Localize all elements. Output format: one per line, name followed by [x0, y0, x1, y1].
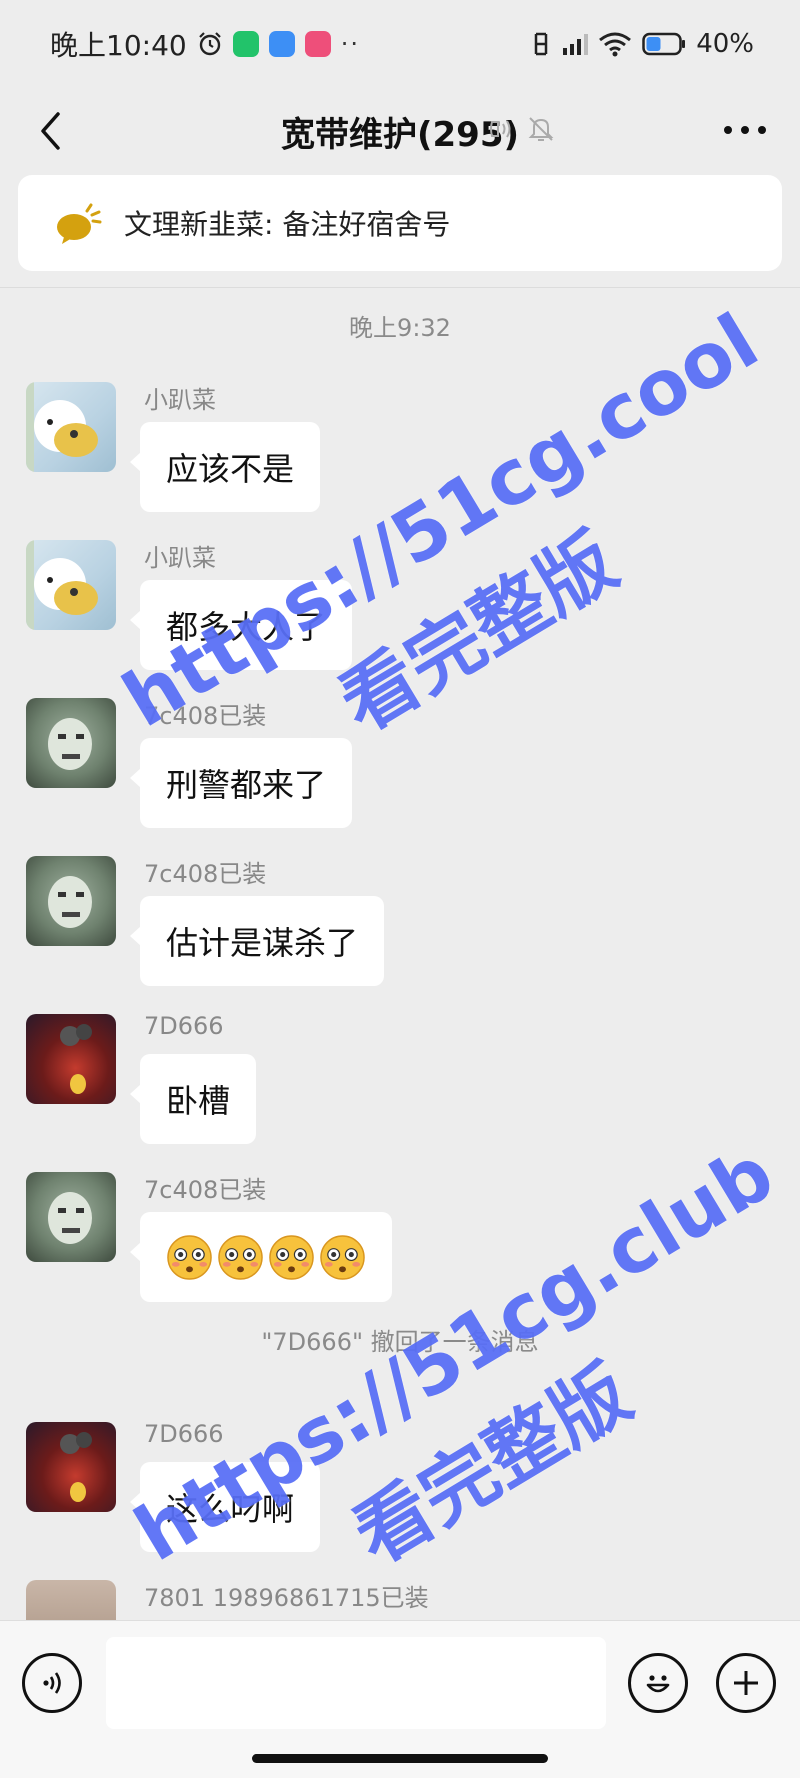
header-status-icons: [486, 114, 556, 144]
flushed-emoji: [269, 1234, 314, 1280]
message-bubble[interactable]: [130, 1212, 392, 1302]
nfc-icon: [534, 32, 548, 56]
announcement-text: 文理新韭菜: 备注好宿舍号: [124, 208, 451, 241]
home-indicator[interactable]: [252, 1754, 548, 1763]
meme-avatar[interactable]: [26, 856, 116, 946]
message-bubble[interactable]: 刑警都来了: [129, 738, 353, 828]
status-time: 晚上10:40: [50, 29, 187, 62]
flushed-emoji: [167, 1234, 212, 1280]
watermark-label: 看完整版: [338, 1348, 646, 1581]
sender-name: 小趴菜: [144, 544, 216, 572]
more-button[interactable]: [720, 108, 770, 152]
meme-avatar[interactable]: [26, 1172, 116, 1262]
message-input[interactable]: [106, 1637, 606, 1729]
message-bubble[interactable]: 估计是谋杀了: [129, 896, 385, 986]
sender-name: 小趴菜: [144, 386, 216, 414]
message-timestamp: 晚上9:32: [349, 314, 451, 342]
sender-name: 7D666: [144, 1012, 224, 1040]
mute-icon: [528, 117, 554, 141]
emoji-icon: [646, 1675, 670, 1693]
watermark-label: 看完整版: [324, 516, 632, 749]
watermark-url: https://51cg.cool: [108, 296, 773, 745]
emoji-row: [166, 1234, 366, 1281]
wifi-icon: [599, 32, 632, 57]
bear-avatar[interactable]: [26, 540, 116, 630]
voice-button[interactable]: [22, 1653, 82, 1713]
recall-notice: "7D666" 撤回了一条消息: [261, 1328, 539, 1356]
chat-title[interactable]: 宽带维护(295): [281, 107, 519, 156]
wechat-app-icon: [232, 31, 259, 57]
sender-name: 7c408已装: [144, 860, 267, 888]
sender-name: 7D666: [144, 1420, 224, 1448]
back-button[interactable]: [26, 106, 76, 156]
group-announcement[interactable]: 文理新韭菜: 备注好宿舍号: [18, 175, 782, 271]
bear-avatar[interactable]: [26, 382, 116, 472]
more-icon: [724, 126, 766, 134]
plus-button[interactable]: [716, 1653, 776, 1713]
motorcycle-avatar[interactable]: [26, 1422, 116, 1512]
flushed-emoji: [320, 1234, 365, 1280]
announcement-icon: [57, 203, 102, 244]
meme-avatar[interactable]: [26, 698, 116, 788]
message-bubble[interactable]: 这么叼啊: [129, 1462, 321, 1552]
message-bubble[interactable]: 都多大人了: [129, 580, 353, 670]
emoji-button[interactable]: [628, 1653, 688, 1713]
sender-name: 7c408已装: [144, 1176, 267, 1204]
battery-level: 40%: [696, 29, 754, 59]
plus-icon: [734, 1671, 758, 1695]
status-bar-right: 40%: [532, 29, 754, 59]
chat-screen: 晚上10:40 ·· 40% 宽带维护(295) 文理新韭菜: 备注好宿舍号 晚…: [0, 0, 800, 1778]
earpiece-icon: [490, 120, 511, 138]
douyin-icon: [304, 31, 331, 57]
message-bubble[interactable]: 卧槽: [129, 1054, 257, 1144]
status-bar-left: 晚上10:40 ··: [50, 24, 360, 64]
message-bubble[interactable]: 应该不是: [129, 422, 321, 512]
alarm-icon: [198, 32, 221, 56]
sender-name: 7c408已装: [144, 702, 267, 730]
motorcycle-avatar[interactable]: [26, 1014, 116, 1104]
battery-icon: [642, 32, 686, 56]
chat-header: 宽带维护(295): [0, 88, 800, 174]
sender-name: 7801 19896861715已装: [144, 1584, 429, 1612]
signal-icon: [563, 34, 589, 55]
qq-browser-icon: [268, 31, 295, 57]
status-bar: 晚上10:40 ·· 40%: [0, 0, 800, 88]
more-notifications-icon: ··: [340, 30, 360, 58]
voice-icon: [43, 1672, 61, 1694]
back-icon: [41, 112, 60, 150]
header-divider: [0, 287, 800, 288]
flushed-emoji: [218, 1234, 263, 1280]
